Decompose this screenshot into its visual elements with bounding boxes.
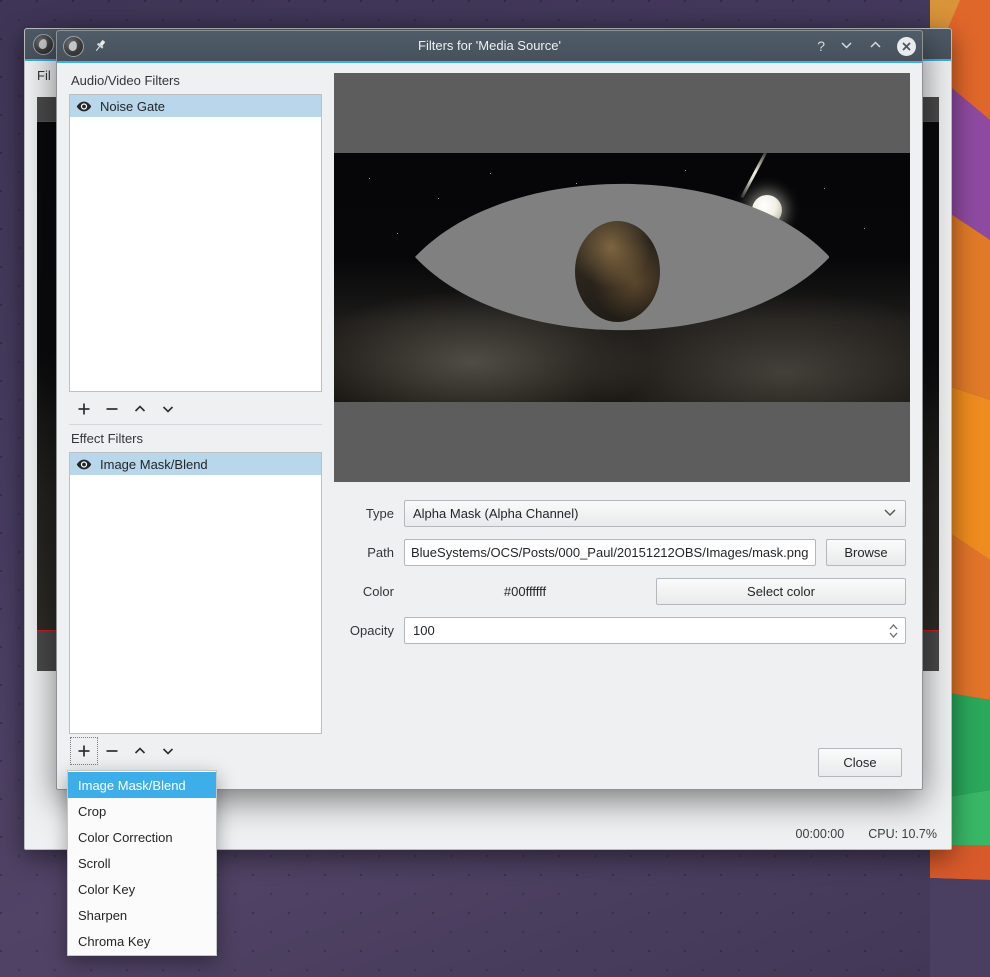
menu-item-color-correction[interactable]: Color Correction <box>68 824 216 850</box>
list-item-label: Noise Gate <box>100 98 166 114</box>
filters-dialog-titlebar[interactable]: Filters for 'Media Source' ? <box>57 31 922 61</box>
path-input-value: BlueSystems/OCS/Posts/000_Paul/20151212O… <box>411 545 809 560</box>
effect-filters-list[interactable]: Image Mask/Blend <box>69 452 322 734</box>
obs-logo-icon <box>63 35 84 57</box>
menu-item-label: Sharpen <box>78 907 128 923</box>
maximize-button[interactable] <box>868 39 883 53</box>
av-move-up-button[interactable] <box>127 396 153 422</box>
color-value: #00ffffff <box>503 584 547 599</box>
path-row: Path BlueSystems/OCS/Posts/000_Paul/2015… <box>338 539 906 566</box>
obs-logo-icon <box>33 33 54 55</box>
add-effect-filter-menu[interactable]: Image Mask/Blend Crop Color Correction S… <box>67 770 217 956</box>
shade-button[interactable] <box>839 39 854 53</box>
status-cpu: CPU: 10.7% <box>868 827 937 841</box>
opacity-stepper[interactable]: 100 <box>404 617 906 644</box>
filter-preview <box>334 73 910 482</box>
status-timer: 00:00:00 <box>795 827 845 841</box>
fx-add-filter-button[interactable] <box>70 737 98 765</box>
menu-item-scroll[interactable]: Scroll <box>68 850 216 876</box>
eye-icon[interactable] <box>76 100 92 113</box>
obs-statusbar: 00:00:00 CPU: 10.7% <box>796 827 937 841</box>
menu-item-image-mask-blend[interactable]: Image Mask/Blend <box>68 772 216 798</box>
menu-item-crop[interactable]: Crop <box>68 798 216 824</box>
av-remove-filter-button[interactable] <box>99 396 125 422</box>
close-icon[interactable] <box>897 36 916 56</box>
select-color-button-label: Select color <box>747 584 815 599</box>
type-row: Type Alpha Mask (Alpha Channel) <box>338 500 906 527</box>
chevron-down-icon <box>883 507 897 520</box>
effect-filters-label: Effect Filters <box>71 431 144 446</box>
type-select-value: Alpha Mask (Alpha Channel) <box>413 506 579 521</box>
opacity-label: Opacity <box>349 623 394 638</box>
path-input[interactable]: BlueSystems/OCS/Posts/000_Paul/20151212O… <box>404 539 816 566</box>
menu-item-label: Chroma Key <box>78 933 151 949</box>
color-row: Color #00ffffff Select color <box>338 578 906 605</box>
audio-video-filters-toolbar[interactable] <box>69 394 322 425</box>
list-item-label: Image Mask/Blend <box>100 456 208 472</box>
dialog-footer: Close <box>338 748 906 777</box>
menu-item-label: Color Key <box>78 881 136 897</box>
menu-item-color-key[interactable]: Color Key <box>68 876 216 902</box>
menu-item-chroma-key[interactable]: Chroma Key <box>68 928 216 954</box>
pin-icon[interactable] <box>92 38 108 54</box>
list-item[interactable]: Image Mask/Blend <box>70 453 321 475</box>
eye-icon[interactable] <box>76 458 92 471</box>
select-color-button[interactable]: Select color <box>656 578 906 605</box>
stepper-arrows[interactable] <box>888 623 901 639</box>
menu-item-label: Crop <box>78 803 107 819</box>
opacity-row: Opacity 100 <box>338 617 906 644</box>
fx-remove-filter-button[interactable] <box>99 738 125 764</box>
opacity-value: 100 <box>413 623 435 638</box>
type-select[interactable]: Alpha Mask (Alpha Channel) <box>404 500 906 527</box>
av-move-down-button[interactable] <box>155 396 181 422</box>
menu-item-label: Image Mask/Blend <box>78 777 186 793</box>
audio-video-filters-list[interactable]: Noise Gate <box>69 94 322 392</box>
list-item[interactable]: Noise Gate <box>70 95 321 117</box>
filters-dialog-body: Audio/Video Filters Noise Gate Effect Fi… <box>57 63 922 789</box>
filters-dialog-title: Filters for 'Media Source' <box>418 38 561 53</box>
path-label: Path <box>367 545 394 560</box>
effect-filters-toolbar[interactable] <box>69 736 322 766</box>
browse-button[interactable]: Browse <box>826 539 906 566</box>
close-button[interactable]: Close <box>818 748 902 777</box>
fx-move-up-button[interactable] <box>127 738 153 764</box>
audio-video-filters-label: Audio/Video Filters <box>71 73 180 88</box>
menu-item-label: Scroll <box>78 855 111 871</box>
mask-pupil-reveal <box>574 221 660 322</box>
close-button-label: Close <box>843 755 877 770</box>
browse-button-label: Browse <box>844 545 888 560</box>
filters-right-column: Type Alpha Mask (Alpha Channel) Path Blu… <box>334 73 910 777</box>
menu-item-label: Color Correction <box>78 829 173 845</box>
filters-dialog[interactable]: Filters for 'Media Source' ? Audio/Video… <box>56 30 923 790</box>
menu-item-file[interactable]: Fil <box>37 68 51 83</box>
type-label: Type <box>365 506 394 521</box>
menu-item-sharpen[interactable]: Sharpen <box>68 902 216 928</box>
color-label: Color <box>362 584 394 599</box>
av-add-filter-button[interactable] <box>71 396 97 422</box>
filters-left-column: Audio/Video Filters Noise Gate Effect Fi… <box>69 73 322 777</box>
help-button[interactable]: ? <box>817 39 825 53</box>
filter-properties-form: Type Alpha Mask (Alpha Channel) Path Blu… <box>334 482 910 777</box>
fx-move-down-button[interactable] <box>155 738 181 764</box>
